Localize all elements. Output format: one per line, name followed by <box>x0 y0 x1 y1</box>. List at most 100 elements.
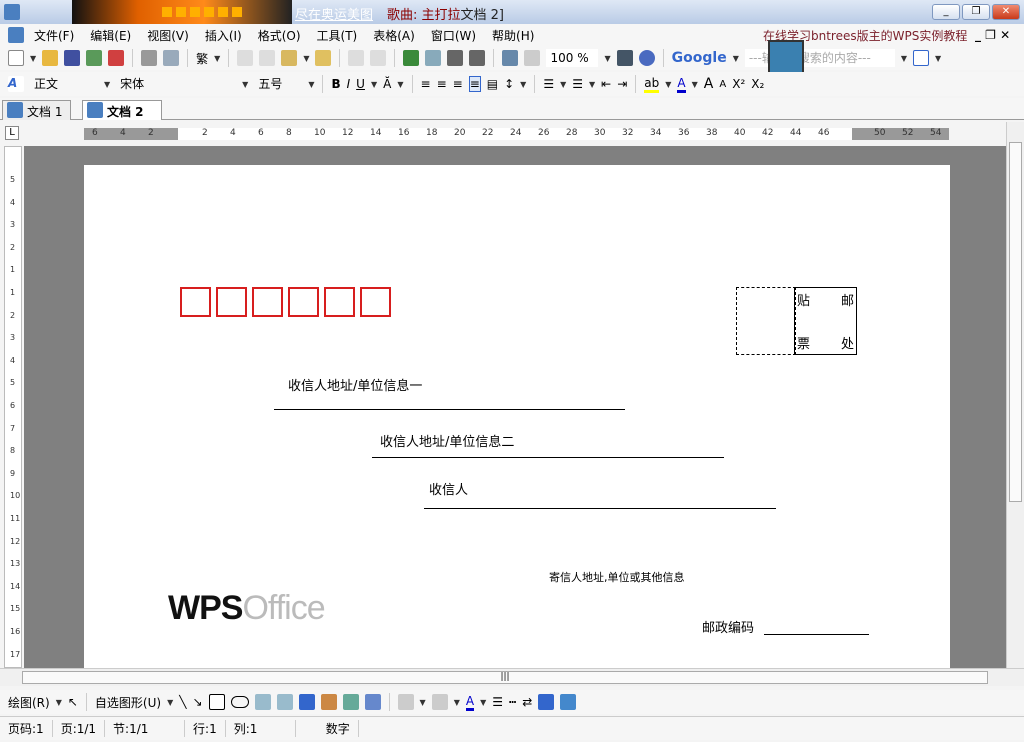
autoshape-menu[interactable]: 自选图形(U) <box>95 694 161 711</box>
mail-icon[interactable] <box>86 50 103 66</box>
align-right-icon[interactable]: ≡ <box>453 77 463 91</box>
styles-icon[interactable]: A <box>8 76 24 92</box>
google-search-icon[interactable] <box>913 50 929 66</box>
close-button[interactable]: ✕ <box>992 4 1020 20</box>
menu-edit[interactable]: 编辑(E) <box>90 27 131 44</box>
print-preview-icon[interactable] <box>163 50 180 66</box>
line-spacing-icon[interactable]: ↕ <box>504 77 514 91</box>
doc-map-icon[interactable] <box>502 50 519 66</box>
postcode-boxes[interactable] <box>180 287 396 317</box>
decrease-indent-icon[interactable]: ⇤ <box>601 77 611 91</box>
zip-box[interactable] <box>180 287 211 317</box>
zip-box[interactable] <box>252 287 283 317</box>
table-icon[interactable] <box>425 50 442 66</box>
font-size-select[interactable]: 五号 <box>254 75 302 93</box>
zoom-select[interactable]: 100 % <box>546 49 599 67</box>
justify-icon[interactable]: ≡ <box>468 76 481 92</box>
highlight-icon[interactable]: ab <box>644 76 660 93</box>
font-color-button[interactable]: A <box>677 76 686 93</box>
align-left-icon[interactable]: ≡ <box>421 77 431 91</box>
shrink-font-button[interactable]: A <box>719 79 726 90</box>
menu-view[interactable]: 视图(V) <box>147 27 189 44</box>
fill-color-icon[interactable] <box>397 694 414 710</box>
chart-insert-icon[interactable] <box>364 694 381 710</box>
new-icon[interactable] <box>8 50 24 66</box>
tab-doc-1[interactable]: 文档 1 <box>2 100 72 120</box>
open-icon[interactable] <box>42 50 59 66</box>
recipient-address-2[interactable]: 收信人地址/单位信息二 <box>380 431 514 450</box>
eject-icon[interactable] <box>218 7 228 17</box>
horizontal-scrollbar[interactable]: ||| <box>0 668 1024 686</box>
recipient-name[interactable]: 收信人 <box>429 479 468 498</box>
columns-icon[interactable] <box>447 50 464 66</box>
dash-style-icon[interactable]: ┅ <box>509 695 516 709</box>
minimize-button[interactable]: _ <box>932 4 960 20</box>
doc-window-controls[interactable]: _ ❐ ✕ <box>975 28 1010 42</box>
zip-box[interactable] <box>360 287 391 317</box>
subscript-button[interactable]: X₂ <box>751 77 764 91</box>
char-border-button[interactable]: Ă <box>383 77 391 91</box>
stop-icon[interactable] <box>162 7 172 17</box>
paste-icon[interactable] <box>281 50 298 66</box>
scroll-thumb[interactable] <box>1009 142 1022 502</box>
tab-stop-selector[interactable]: L <box>5 126 19 140</box>
arrow-style-icon[interactable]: ⇄ <box>522 695 532 709</box>
postcode-label[interactable]: 邮政编码 <box>702 617 754 636</box>
clipart-icon[interactable] <box>320 694 337 710</box>
superscript-button[interactable]: X² <box>732 77 745 91</box>
textbox-icon[interactable] <box>254 694 271 710</box>
copy-icon[interactable] <box>237 50 254 66</box>
menu-table[interactable]: 表格(A) <box>373 27 415 44</box>
vertical-scrollbar[interactable] <box>1006 122 1024 668</box>
menu-file[interactable]: 文件(F) <box>34 27 74 44</box>
font-select[interactable]: 宋体 <box>116 75 236 93</box>
grow-font-button[interactable]: A <box>704 76 714 92</box>
restore-button[interactable]: ❐ <box>962 4 990 20</box>
wordart-icon[interactable] <box>298 694 315 710</box>
arrow-icon[interactable]: ↘ <box>192 695 202 709</box>
stamp-box[interactable]: 贴 邮 票 处 <box>794 287 857 355</box>
next-icon[interactable] <box>190 7 200 17</box>
picture-icon[interactable] <box>342 694 359 710</box>
align-center-icon[interactable]: ≡ <box>437 77 447 91</box>
play-icon[interactable] <box>176 7 186 17</box>
envelope-page[interactable]: 贴 邮 票 处 收信人地址/单位信息一 收信人地址/单位信息二 收信人 寄信人地… <box>84 165 950 668</box>
ellipse-icon[interactable] <box>230 696 249 708</box>
traditional-chinese-button[interactable]: 繁 <box>196 50 208 67</box>
bullet-list-icon[interactable]: ☰ <box>572 77 583 91</box>
format-painter-icon[interactable] <box>315 50 332 66</box>
shadow-icon[interactable] <box>538 694 555 710</box>
menu-format[interactable]: 格式(O) <box>258 27 301 44</box>
3d-icon[interactable] <box>560 694 577 710</box>
bold-button[interactable]: B <box>331 77 340 91</box>
line-color-icon[interactable] <box>431 694 448 710</box>
distribute-icon[interactable]: ▤ <box>487 77 498 91</box>
redo-icon[interactable] <box>370 50 387 66</box>
undo-icon[interactable] <box>348 50 365 66</box>
tab-doc-2[interactable]: 文档 2 <box>82 100 162 120</box>
save-icon[interactable] <box>64 50 81 66</box>
prev-icon[interactable] <box>204 7 214 17</box>
recipient-address-1[interactable]: 收信人地址/单位信息一 <box>288 375 422 394</box>
paragraph-mark-icon[interactable] <box>524 50 541 66</box>
hscroll-thumb[interactable]: ||| <box>22 671 988 684</box>
select-pointer-icon[interactable]: ↖ <box>68 695 78 709</box>
style-select[interactable]: 正文 <box>30 75 98 93</box>
menu-help[interactable]: 帮助(H) <box>492 27 534 44</box>
rectangle-icon[interactable] <box>208 694 225 710</box>
zip-box[interactable] <box>324 287 355 317</box>
increase-indent-icon[interactable]: ⇥ <box>617 77 627 91</box>
volume-icon[interactable] <box>232 7 242 17</box>
sender-info[interactable]: 寄信人地址,单位或其他信息 <box>549 569 685 585</box>
draw-menu[interactable]: 绘图(R) <box>8 694 50 711</box>
menu-tools[interactable]: 工具(T) <box>317 27 358 44</box>
text-direction-icon[interactable] <box>469 50 486 66</box>
title-link[interactable]: 尽在奥运美图 <box>295 8 373 23</box>
vertical-textbox-icon[interactable] <box>276 694 293 710</box>
menu-insert[interactable]: 插入(I) <box>205 27 242 44</box>
help-icon[interactable] <box>638 50 655 66</box>
pdf-icon[interactable] <box>108 50 125 66</box>
menu-window[interactable]: 窗口(W) <box>431 27 476 44</box>
zip-box[interactable] <box>216 287 247 317</box>
google-logo[interactable]: Google <box>672 50 727 66</box>
